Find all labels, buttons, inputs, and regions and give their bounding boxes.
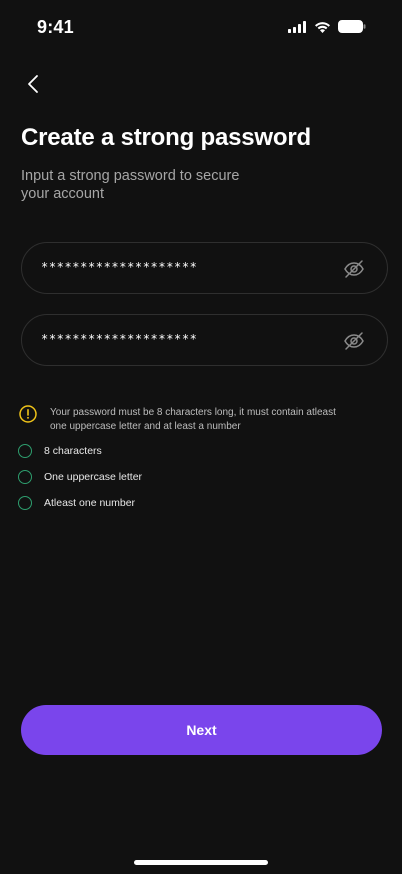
page-title: Create a strong password: [21, 124, 311, 151]
hint-text: Your password must be 8 characters long,…: [50, 407, 336, 432]
requirement-status-icon: [18, 444, 32, 458]
requirement-label: Atleast one number: [44, 497, 136, 509]
wifi-icon: [314, 21, 331, 33]
requirement-status-icon: [18, 470, 32, 484]
eye-off-icon[interactable]: [343, 330, 365, 352]
confirm-password-field[interactable]: ********************: [21, 314, 388, 366]
requirement-label: One uppercase letter: [44, 471, 143, 483]
confirm-password-value: ********************: [41, 332, 198, 346]
page-subtitle: Input a strong password to secure your a…: [21, 168, 240, 202]
eye-off-icon[interactable]: [343, 258, 365, 280]
create-password-screen: 9:41 Create a strong password Input a st…: [0, 0, 402, 874]
status-icons: [288, 20, 366, 33]
password-field[interactable]: ********************: [21, 242, 388, 294]
requirement-status-icon: [18, 496, 32, 510]
chevron-left-icon: [27, 74, 39, 99]
home-indicator: [134, 860, 268, 865]
requirement-item: Atleast one number: [18, 495, 135, 511]
password-value: ********************: [41, 260, 198, 274]
status-bar: 9:41: [0, 0, 402, 56]
status-time: 9:41: [37, 17, 74, 37]
warning-circle-icon: [19, 405, 37, 423]
battery-icon: [338, 20, 366, 33]
cellular-signal-icon: [288, 20, 307, 33]
requirement-item: One uppercase letter: [18, 469, 142, 485]
requirement-label: 8 characters: [44, 445, 102, 457]
requirement-item: 8 characters: [18, 443, 102, 459]
next-button[interactable]: Next: [21, 705, 382, 755]
back-button[interactable]: [20, 72, 46, 100]
